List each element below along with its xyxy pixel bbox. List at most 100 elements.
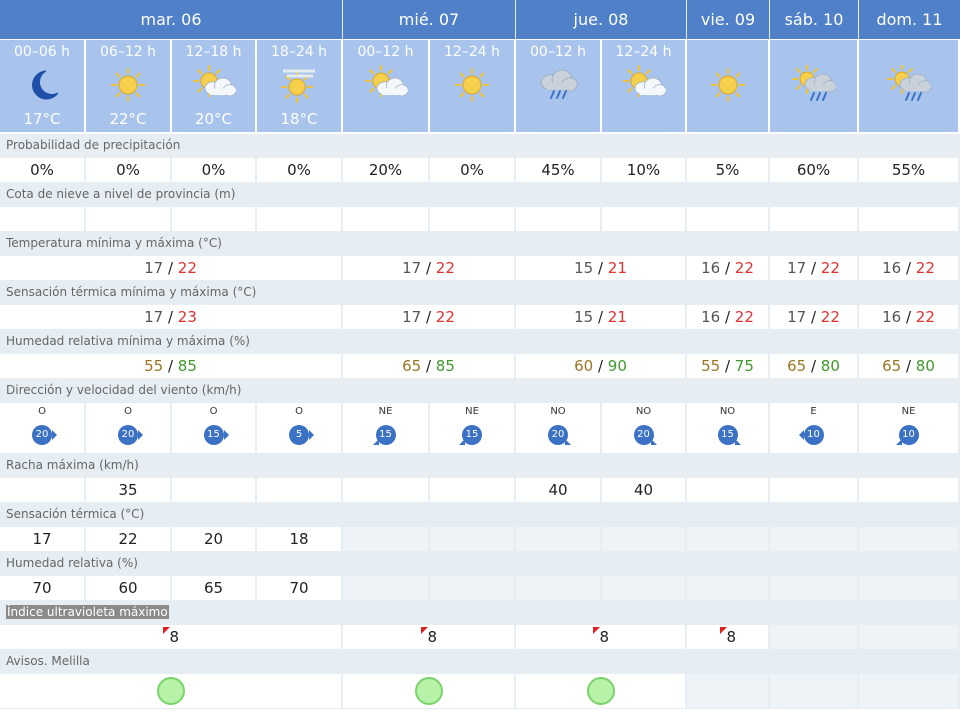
wind-direction: NE xyxy=(901,406,916,417)
min-value: 65 xyxy=(787,357,807,375)
snow-cell xyxy=(770,207,857,231)
uv-value: 8 xyxy=(599,628,610,646)
row-label-text: Dirección y velocidad del viento (km/h) xyxy=(6,383,242,397)
gust-cell xyxy=(687,478,768,502)
uv-cell xyxy=(770,625,857,649)
period-header: 00–12 h xyxy=(516,40,600,132)
snow-cell xyxy=(86,207,170,231)
wind-speed-badge: 15 xyxy=(459,425,482,445)
wind-cell: NE 10 xyxy=(859,403,958,453)
temp-cell: 16 / 22 xyxy=(687,256,768,280)
warning-level-green-icon[interactable] xyxy=(586,677,615,705)
uv-cell xyxy=(859,625,958,649)
day-header[interactable]: vie. 09 xyxy=(687,0,770,39)
slash-separator: / xyxy=(593,308,608,326)
humidity-period-cell xyxy=(602,576,685,600)
gust-cell: 40 xyxy=(602,478,685,502)
snow-cell xyxy=(516,207,600,231)
wind-arrow-icon xyxy=(223,430,229,440)
row-label-text: Racha máxima (km/h) xyxy=(6,458,139,472)
humidity-cell: 65 / 80 xyxy=(770,354,857,378)
slash-separator: / xyxy=(421,308,436,326)
min-value: 55 xyxy=(144,357,164,375)
day-header[interactable]: sáb. 10 xyxy=(770,0,859,39)
gust-cell: 40 xyxy=(516,478,600,502)
warning-level-green-icon[interactable] xyxy=(414,677,443,705)
uv-cell: 8 xyxy=(0,625,341,649)
precip-row: 0% 0% 0% 0% 20% 0% 45% 10% 5% 60% 55% xyxy=(0,157,960,183)
row-label: Sensación térmica (°C) xyxy=(0,503,960,526)
day-header[interactable]: mié. 07 xyxy=(343,0,516,39)
feels-period-row: 17 22 20 18 xyxy=(0,526,960,552)
wind-speed: 20 xyxy=(637,429,650,440)
wind-speed-badge: 15 xyxy=(717,425,741,445)
max-value: 80 xyxy=(915,357,935,375)
warning-level-green-icon[interactable] xyxy=(156,677,185,705)
min-value: 17 xyxy=(787,259,807,277)
slash-separator: / xyxy=(593,259,608,277)
warning-cell xyxy=(0,674,341,708)
wind-cell: NE 15 xyxy=(430,403,514,453)
wind-cell: O 20 xyxy=(0,403,84,453)
sun-haze-icon xyxy=(277,65,321,105)
temp-cell: 17 / 22 xyxy=(343,256,514,280)
day-header[interactable]: jue. 08 xyxy=(516,0,687,39)
wind-speed-badge: 20 xyxy=(548,425,571,445)
sun-icon xyxy=(706,65,750,105)
day-header[interactable]: dom. 11 xyxy=(859,0,960,39)
max-value: 22 xyxy=(820,308,840,326)
wind-row: O 20 O 20 O 15 O 5 NE 15 NE 15 NO 20 NO 20 NO 15 E 10 NE 10 xyxy=(0,402,960,454)
row-label: Índice ultravioleta máximo xyxy=(0,601,960,624)
max-value: 22 xyxy=(820,259,840,277)
uv-cell: 8 xyxy=(516,625,685,649)
feels-cell: 17 / 22 xyxy=(770,305,857,329)
period-label: 12–24 h xyxy=(444,44,500,60)
period-header: 06–12 h 22°C xyxy=(86,40,170,132)
warning-cell xyxy=(516,674,685,708)
wind-speed-badge: 20 xyxy=(633,425,657,445)
row-label: Racha máxima (km/h) xyxy=(0,454,960,477)
precip-cell: 0% xyxy=(172,158,255,182)
feels-cell: 16 / 22 xyxy=(687,305,768,329)
min-value: 65 xyxy=(402,357,422,375)
uv-cell: 8 xyxy=(687,625,768,649)
period-label: 12–18 h xyxy=(185,44,242,60)
day-header[interactable]: mar. 06 xyxy=(0,0,343,39)
precip-cell: 5% xyxy=(687,158,768,182)
row-label: Probabilidad de precipitación xyxy=(0,134,960,157)
snow-cell xyxy=(602,207,685,231)
slash-separator: / xyxy=(806,308,821,326)
wind-arrow-icon xyxy=(372,439,379,445)
row-label: Temperatura mínima y máxima (°C) xyxy=(0,232,960,255)
sun-icon xyxy=(450,65,494,105)
period-label: 18–24 h xyxy=(271,44,327,60)
wind-direction: NE xyxy=(378,406,393,417)
min-value: 17 xyxy=(402,259,422,277)
uv-value: 8 xyxy=(427,628,438,646)
feels-period-cell xyxy=(859,527,958,551)
uv-cell: 8 xyxy=(343,625,514,649)
wind-speed: 20 xyxy=(121,429,135,440)
uv-value: 8 xyxy=(169,628,180,646)
humidity-cell: 65 / 85 xyxy=(343,354,514,378)
snow-cell xyxy=(172,207,255,231)
period-header: 12–18 h 20°C xyxy=(172,40,255,132)
max-value: 90 xyxy=(607,357,627,375)
humidity-period-cell xyxy=(516,576,600,600)
humidity-period-cell: 70 xyxy=(257,576,341,600)
wind-speed-badge: 15 xyxy=(372,425,396,445)
max-value: 22 xyxy=(435,259,455,277)
wind-speed-badge: 15 xyxy=(203,425,229,445)
slash-separator: / xyxy=(901,308,916,326)
wind-cell: E 10 xyxy=(770,403,857,453)
wind-speed: 15 xyxy=(465,429,479,440)
max-value: 21 xyxy=(607,308,627,326)
period-header: 12–24 h xyxy=(602,40,685,132)
slash-separator: / xyxy=(421,357,436,375)
feels-period-cell: 20 xyxy=(172,527,255,551)
wind-arrow-icon xyxy=(798,430,804,440)
warnings-row xyxy=(0,673,960,709)
slash-separator: / xyxy=(720,357,735,375)
period-label: 00–12 h xyxy=(357,44,414,60)
temp-cell: 15 / 21 xyxy=(516,256,685,280)
